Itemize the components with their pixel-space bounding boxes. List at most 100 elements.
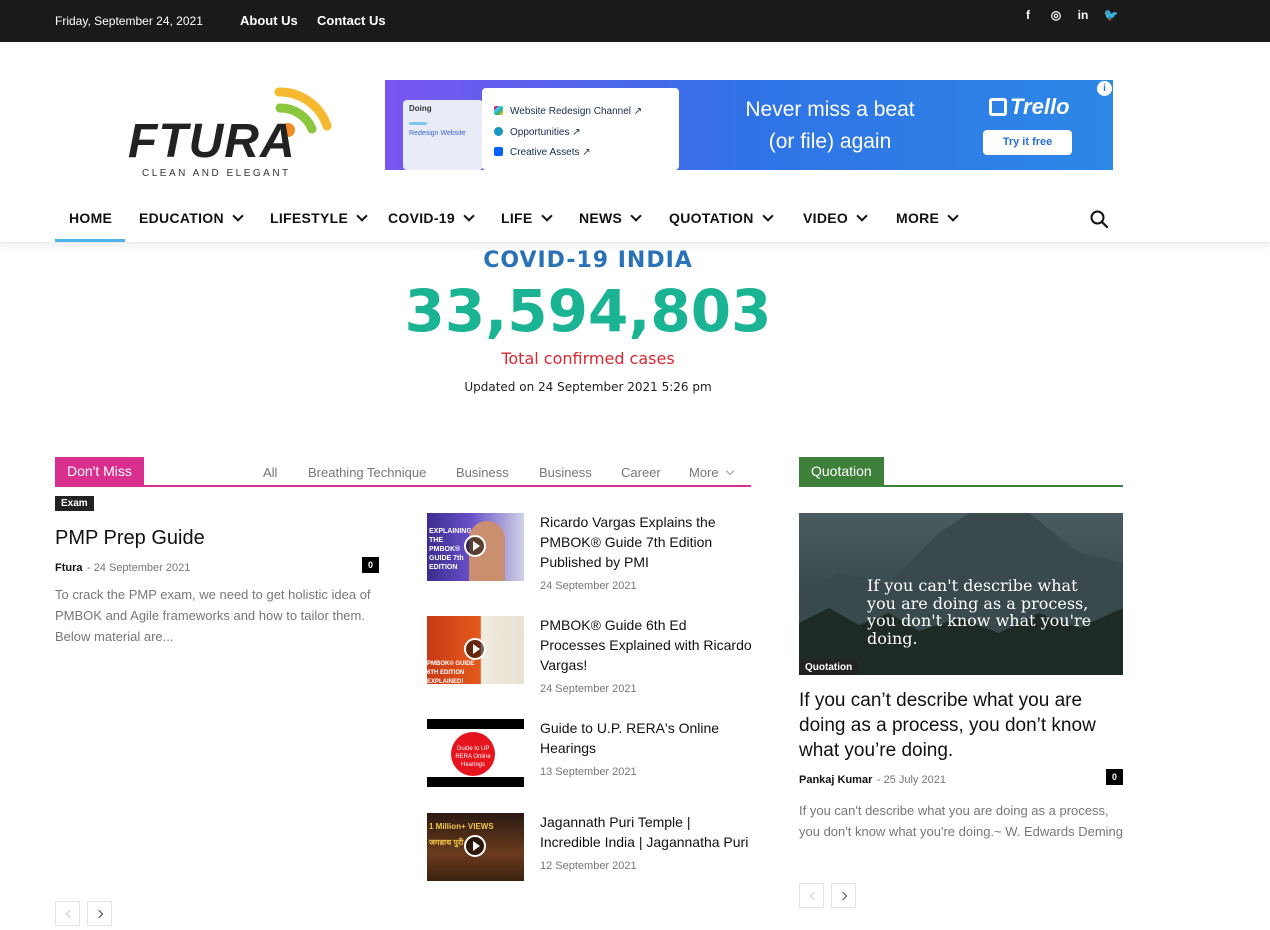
nav-home[interactable]: HOME [69,210,112,226]
ad-row-assets: Creative Assets ↗ [510,147,591,158]
quotation-excerpt: If you can't describe what you are doing… [799,803,1123,839]
nav-quotation-label: QUOTATION [669,210,754,226]
nav-lifestyle-label: LIFESTYLE [270,210,349,226]
filter-breathing-technique[interactable]: Breathing Technique [308,465,426,480]
trello-icon [989,98,1007,116]
instagram-icon[interactable]: ◎ [1046,8,1066,22]
main-post-title[interactable]: PMP Prep Guide [55,527,205,550]
filter-business-2[interactable]: Business [539,465,592,480]
ad-doing-label: Doing [409,104,432,113]
post-date: 24 September 2021 [93,562,191,574]
filter-all[interactable]: All [263,465,277,480]
twitter-icon[interactable]: 🐦 [1101,8,1121,22]
list-item-date-2: 24 September 2021 [540,683,637,695]
quotation-category-badge[interactable]: Quotation [799,660,859,675]
quotation-divider [799,485,1123,487]
chevron-down-icon [540,210,553,222]
quotation-prev-button[interactable] [799,883,824,908]
nav-more-label: MORE [896,210,940,226]
linkedin-icon[interactable]: in [1073,8,1093,22]
logo-tagline: CLEAN AND ELEGANT [142,168,291,179]
main-post-meta: Ftura - 24 September 2021 [55,558,190,576]
play-icon [464,638,486,660]
post-date: 25 July 2021 [883,774,946,786]
filter-business[interactable]: Business [456,465,509,480]
nav-covid-label: COVID-19 [388,210,455,226]
dont-miss-next-button[interactable] [87,901,112,926]
thumb-text-1: EXPLAINING THE PMBOK® GUIDE 7th EDITION [429,528,472,571]
nav-education[interactable]: EDUCATION [139,210,244,226]
ad-headline-line2: (or file) again [768,130,892,153]
chevron-down-icon [725,466,734,476]
about-us-link[interactable]: About Us [240,13,298,28]
nav-lifestyle[interactable]: LIFESTYLE [270,210,368,226]
covid-case-count: 33,594,803 [404,277,772,345]
contact-us-link[interactable]: Contact Us [317,13,386,28]
chevron-down-icon [463,210,475,222]
nav-video-label: VIDEO [803,210,849,226]
quotation-post-meta: Pankaj Kumar - 25 July 2021 [799,770,946,788]
image-quote-text: If you can't describe what you are doing… [867,576,1092,648]
list-item-title-1[interactable]: Ricardo Vargas Explains the PMBOK® Guide… [540,512,752,572]
thumb-text-2: PMBOK® GUIDE 6TH EDITION EXPLAINED! [427,661,475,684]
nav-video[interactable]: VIDEO [803,210,868,226]
play-icon [464,835,486,857]
ad-row-channel: Website Redesign Channel ↗ [510,106,643,117]
chevron-down-icon [856,210,868,222]
nav-life[interactable]: LIFE [501,210,553,226]
category-badge[interactable]: Exam [55,496,94,511]
video-thumbnail-2[interactable]: PMBOK® GUIDE 6TH EDITION EXPLAINED! [427,616,524,684]
chevron-down-icon [232,210,244,222]
quotation-image[interactable]: If you can't describe what you are doing… [799,513,1123,675]
video-thumbnail-4[interactable]: 1 Million+ VIEWS जगन्नाथ पुरी [427,813,524,881]
nav-news-label: NEWS [579,210,623,226]
nav-education-label: EDUCATION [139,210,224,226]
meta-separator: - [86,562,94,574]
search-icon[interactable] [1090,210,1108,228]
quotation-next-button[interactable] [831,883,856,908]
nav-life-label: LIFE [501,210,533,226]
covid-widget: COVID-19 INDIA 33,594,803 Total confirme… [388,248,788,394]
facebook-icon[interactable]: f [1018,8,1038,22]
list-item-date-4: 12 September 2021 [540,860,637,872]
trello-ad-banner[interactable]: Doing Redesign Website Website Redesign … [385,80,1113,170]
list-item-title-3[interactable]: Guide to U.P. RERA's Online Hearings [540,718,752,758]
ad-info-icon[interactable]: i [1097,81,1112,96]
dont-miss-title: Don't Miss [55,457,144,486]
post-author[interactable]: Ftura [55,562,83,574]
ad-row-opportunities: Opportunities ↗ [510,127,581,138]
covid-title: COVID-19 INDIA [483,248,693,273]
dont-miss-prev-button[interactable] [55,901,80,926]
nav-news[interactable]: NEWS [579,210,642,226]
post-author[interactable]: Pankaj Kumar [799,774,872,786]
ad-integrations-card: Website Redesign Channel ↗ Opportunities… [482,88,679,170]
covid-updated: Updated on 24 September 2021 5:26 pm [464,380,712,394]
video-thumbnail-1[interactable]: EXPLAINING THE PMBOK® GUIDE 7th EDITION [427,513,524,581]
nav-covid[interactable]: COVID-19 [388,210,475,226]
comment-count-badge[interactable]: 0 [362,557,379,573]
filter-career[interactable]: Career [621,465,661,480]
meta-separator: - [876,774,884,786]
salesforce-icon [494,127,503,136]
video-thumbnail-3[interactable]: Guide to UP RERA Online Hearings [427,719,524,787]
thumb-text-3: Guide to UP RERA Online Hearings [451,732,495,776]
ad-headline-line1: Never miss a beat [745,98,915,121]
logo-wordmark: FTURA [128,115,296,168]
top-bar: Friday, September 24, 2021 About Us Cont… [0,0,1270,42]
nav-more[interactable]: MORE [896,210,959,226]
filter-more-label: More [689,465,719,480]
quotation-post-title[interactable]: If you can’t describe what you are doing… [799,688,1123,763]
list-item-title-4[interactable]: Jagannath Puri Temple | Incredible India… [540,812,752,852]
current-date: Friday, September 24, 2021 [55,14,203,28]
ad-headline: Never miss a beat (or file) again [725,94,935,158]
try-it-free-button[interactable]: Try it free [983,130,1072,155]
chevron-down-icon [630,210,642,222]
filter-more[interactable]: More [689,465,734,480]
comment-count-badge[interactable]: 0 [1106,769,1123,785]
chevron-down-icon [761,210,774,222]
chevron-down-icon [947,210,959,222]
nav-quotation[interactable]: QUOTATION [669,210,774,226]
site-logo[interactable]: FTURA CLEAN AND ELEGANT [128,72,338,182]
slack-icon [494,106,503,115]
list-item-title-2[interactable]: PMBOK® Guide 6th Ed Processes Explained … [540,615,752,675]
